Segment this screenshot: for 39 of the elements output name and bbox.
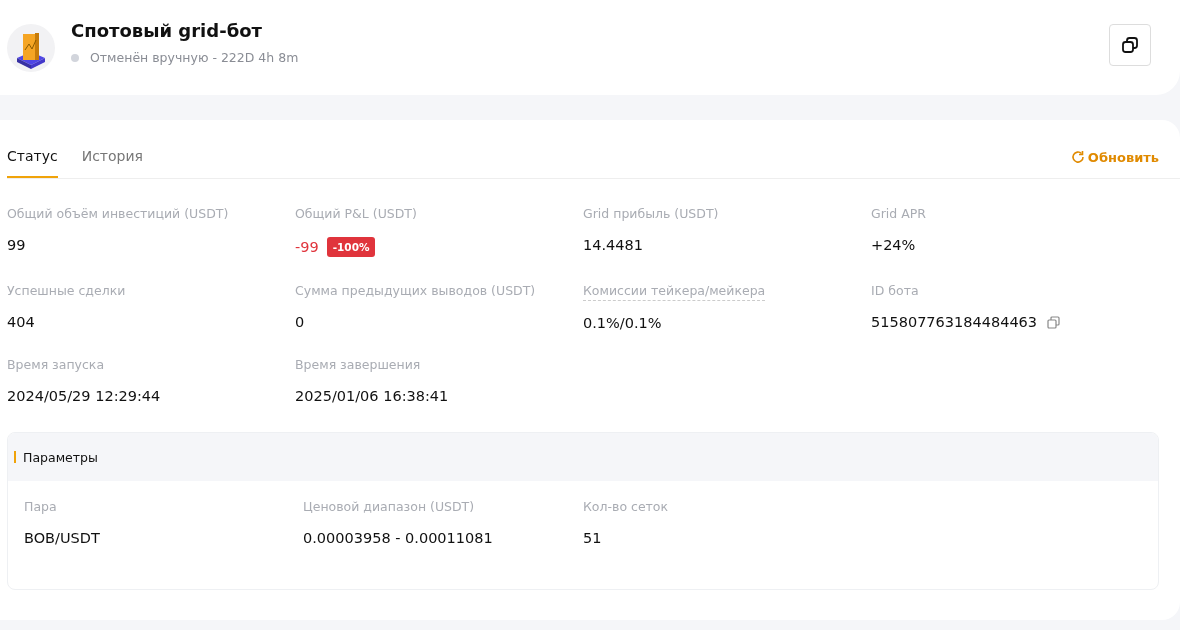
stat-label: Grid прибыль (USDT) (583, 206, 719, 223)
stat-value: 515807763184484463 (871, 314, 1038, 330)
stat-label: Общий объём инвестиций (USDT) (7, 206, 229, 223)
refresh-icon (1070, 150, 1085, 164)
stat-value: 99 (7, 237, 26, 253)
stat-value: 2024/05/29 12:29:44 (7, 388, 161, 404)
stat-label: ID бота (871, 283, 919, 300)
stat-value: 14.4481 (583, 237, 643, 253)
stat-label: Время завершения (295, 357, 421, 374)
grid-bot-icon (7, 23, 55, 72)
percent-badge: -100% (326, 237, 376, 257)
copy-icon[interactable] (1047, 315, 1061, 329)
parameter-value: BOB/USDT (24, 530, 100, 546)
copy-icon (1121, 36, 1139, 54)
stat-label: Сумма предыдущих выводов (USDT) (295, 283, 536, 300)
stat-label: Общий P&L (USDT) (295, 206, 417, 223)
stat-value: 0 (295, 314, 305, 330)
stat-label: Grid APR (871, 206, 926, 223)
parameters-title: Параметры (23, 449, 98, 465)
stat-label: Успешные сделки (7, 283, 126, 300)
stat-value: 404 (7, 314, 35, 330)
tab[interactable]: Статус (7, 120, 58, 178)
stat-value: 2025/01/06 16:38:41 (295, 388, 449, 404)
copy-button[interactable] (1109, 24, 1151, 66)
stat-label: Комиссии тейкера/мейкера (583, 283, 766, 301)
parameter-label: Ценовой диапазон (USDT) (303, 499, 475, 516)
stat-value: 0.1%/0.1% (583, 315, 662, 331)
stat-value: -99 (295, 239, 319, 255)
parameter-label: Кол-во сеток (583, 499, 669, 516)
parameter-label: Пара (24, 499, 57, 516)
bot-status: Отменён вручную - 222D 4h 8m (90, 50, 299, 65)
stat-label: Время запуска (7, 357, 105, 374)
refresh-button[interactable]: Обновить (1070, 120, 1159, 178)
stat-value: +24% (871, 237, 916, 253)
status-dot-icon (71, 53, 79, 62)
bot-title: Спотовый grid-бот (71, 20, 263, 41)
parameter-value: 0.00003958 - 0.00011081 (303, 530, 493, 546)
parameter-value: 51 (583, 530, 602, 546)
tab[interactable]: История (81, 120, 143, 178)
